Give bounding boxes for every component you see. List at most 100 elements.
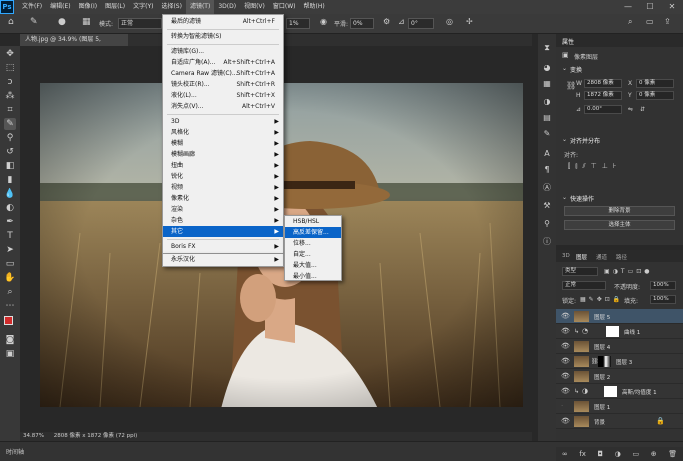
menu-item-liquify[interactable]: 液化(L)... Shift+Ctrl+X	[163, 90, 283, 101]
menu-item-render[interactable]: 渲染 ▶	[163, 204, 283, 215]
menu-item-boris-fx[interactable]: Boris FX ▶	[163, 241, 283, 252]
layer-row[interactable]: 👁 图层 5	[556, 309, 683, 324]
x-field[interactable]: 0 像素	[636, 79, 674, 88]
submenu-item-minimum[interactable]: 最小值...	[285, 271, 341, 282]
add-mask-icon[interactable]: ◘	[598, 450, 604, 458]
layer-kind-filter[interactable]: 类型	[562, 267, 598, 276]
menu-help[interactable]: 帮助(H)	[300, 0, 329, 14]
menu-item-sharpen[interactable]: 锐化 ▶	[163, 171, 283, 182]
eye-icon[interactable]: 👁	[561, 312, 570, 320]
history-icon[interactable]: ⧗	[541, 42, 553, 54]
history-brush-icon[interactable]: ↺	[4, 146, 16, 158]
menu-item-convert-smart[interactable]: 转换为智能滤镜(S)	[163, 31, 283, 42]
screen-mode-icon[interactable]: ▣	[4, 348, 16, 360]
menu-file[interactable]: 文件(F)	[18, 0, 46, 14]
color-icon[interactable]: ◕	[541, 62, 553, 74]
layer-mask[interactable]	[598, 356, 611, 367]
crop-tool-icon[interactable]: ⌗	[4, 104, 16, 116]
submenu-item-offset[interactable]: 位移...	[285, 238, 341, 249]
submenu-item-high-pass[interactable]: 高反差保留...	[285, 227, 341, 238]
layer-row[interactable]: · 图层 1	[556, 399, 683, 414]
layer-row[interactable]: 👁 图层 4	[556, 339, 683, 354]
timeline-label[interactable]: 时间轴	[6, 447, 24, 456]
remove-background-button[interactable]: 删除背景	[564, 206, 675, 216]
chevron-down-icon[interactable]: ⌄	[562, 136, 567, 143]
search-icon[interactable]: ⌕	[628, 17, 632, 27]
menu-item-blur[interactable]: 模糊 ▶	[163, 138, 283, 149]
menu-filter[interactable]: 滤镜(T)	[185, 0, 215, 14]
layer-style-icon[interactable]: fx	[579, 450, 586, 458]
maximize-button[interactable]: ☐	[639, 0, 661, 14]
link-layers-icon[interactable]: ∞	[562, 450, 568, 458]
layer-row[interactable]: 👁 ↳ ◔ 曲线 1	[556, 324, 683, 339]
eye-icon[interactable]: 👁	[561, 372, 570, 380]
menu-select[interactable]: 选择(S)	[157, 0, 186, 14]
eye-icon[interactable]: 👁	[561, 327, 570, 335]
layer-opacity-field[interactable]: 100%	[650, 281, 676, 290]
brush-tool-icon[interactable]: ✎	[4, 118, 16, 130]
menu-item-yongle[interactable]: 永乐汉化 ▶	[163, 254, 283, 265]
chevron-down-icon[interactable]: ⌄	[562, 65, 567, 72]
submenu-item-hsb[interactable]: HSB/HSL	[285, 216, 341, 227]
symmetry-icon[interactable]: ✢	[466, 17, 473, 26]
adjustments-icon[interactable]: ◑	[541, 96, 553, 108]
chevron-down-icon[interactable]: ⌄	[562, 194, 567, 201]
y-field[interactable]: 0 像素	[636, 91, 674, 100]
width-field[interactable]: 2808 像素	[584, 79, 622, 88]
opacity-field[interactable]: 1%	[286, 18, 310, 29]
clone-source-icon[interactable]: ⚲	[541, 218, 553, 230]
layer-row[interactable]: 👁 ⛓ 图层 3	[556, 354, 683, 369]
menu-item-vanishing-point[interactable]: 消失点(V)... Alt+Ctrl+V	[163, 101, 283, 112]
align-buttons[interactable]: ⫿⫾⫽⊤⊥⊦	[568, 162, 621, 171]
character-icon[interactable]: A	[541, 148, 553, 160]
close-button[interactable]: ✕	[661, 0, 683, 14]
dodge-tool-icon[interactable]: ◐	[4, 202, 16, 214]
libraries-icon[interactable]: ▤	[541, 112, 553, 124]
mode-select[interactable]: 正常	[118, 18, 162, 29]
submenu-item-maximum[interactable]: 最大值...	[285, 260, 341, 271]
path-select-icon[interactable]: ➤	[4, 244, 16, 256]
layer-fill-field[interactable]: 100%	[650, 295, 676, 304]
lasso-tool-icon[interactable]: ↄ	[4, 76, 16, 88]
tab-3d[interactable]: 3D	[562, 253, 570, 259]
zoom-tool-icon[interactable]: ⌕	[4, 286, 16, 298]
paragraph-icon[interactable]: ¶	[541, 164, 553, 176]
menu-item-distort[interactable]: 扭曲 ▶	[163, 160, 283, 171]
blur-tool-icon[interactable]: 💧	[4, 188, 16, 200]
adjustment-layer-icon[interactable]: ◑	[615, 450, 621, 458]
brush-preset-icon[interactable]: ●	[58, 17, 66, 27]
layer-row[interactable]: 👁 背景 🔒	[556, 414, 683, 429]
menu-item-3d[interactable]: 3D ▶	[163, 116, 283, 127]
pen-tool-icon[interactable]: ✒	[4, 216, 16, 228]
menu-item-last-filter[interactable]: 最后的滤镜 Alt+Ctrl+F	[163, 16, 283, 27]
pressure-opacity-icon[interactable]: ◉	[320, 17, 327, 26]
eye-icon[interactable]: 👁	[561, 342, 570, 350]
layer-mask[interactable]	[606, 326, 619, 337]
menu-layer[interactable]: 图层(L)	[101, 0, 129, 14]
smoothing-field[interactable]: 0%	[350, 18, 374, 29]
info-icon[interactable]: ⓘ	[541, 236, 553, 248]
new-layer-icon[interactable]: ⊕	[651, 450, 657, 458]
menu-item-other[interactable]: 其它 ▶	[163, 226, 283, 237]
marquee-tool-icon[interactable]: ⬚	[4, 62, 16, 74]
type-tool-icon[interactable]: T	[4, 230, 16, 242]
link-icon[interactable]: ⛓	[566, 81, 576, 90]
tab-layers[interactable]: 图层	[576, 253, 587, 261]
brush-settings-icon[interactable]: ▦	[82, 17, 91, 27]
shape-tool-icon[interactable]: ▭	[4, 258, 16, 270]
trash-icon[interactable]: 🗑	[668, 450, 677, 458]
menu-image[interactable]: 图像(I)	[75, 0, 101, 14]
eye-icon[interactable]: 👁	[561, 357, 570, 365]
gear-icon[interactable]: ⚙	[383, 17, 390, 26]
document-tab[interactable]: 人物.jpg @ 34.9% (图层 5, RGB/8#) *	[20, 34, 128, 55]
menu-item-noise[interactable]: 杂色 ▶	[163, 215, 283, 226]
more-tools-icon[interactable]: ⋯	[4, 300, 16, 312]
menu-view[interactable]: 视图(V)	[240, 0, 269, 14]
gradient-tool-icon[interactable]: ▮	[4, 174, 16, 186]
menu-3d[interactable]: 3D(D)	[214, 0, 240, 14]
layer-row[interactable]: 👁 图层 2	[556, 369, 683, 384]
menu-item-lens-correction[interactable]: 镜头校正(R)... Shift+Ctrl+R	[163, 79, 283, 90]
workspace-icon[interactable]: ▭	[646, 17, 654, 26]
select-subject-button[interactable]: 选择主体	[564, 220, 675, 230]
layer-mask[interactable]	[604, 386, 617, 397]
